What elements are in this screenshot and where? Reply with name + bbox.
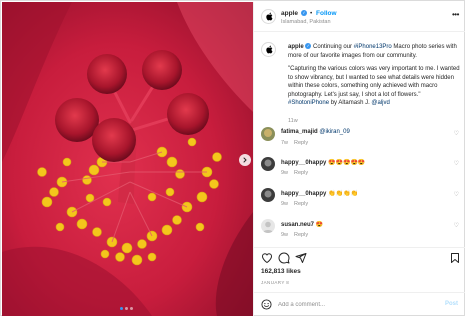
emoji-icon[interactable]: [261, 299, 272, 310]
hashtag-link[interactable]: #iPhone13Pro: [354, 44, 392, 50]
caption-text-part: Continuing our: [313, 44, 353, 50]
reply-button[interactable]: Reply: [294, 201, 308, 207]
add-comment-bar: Post: [254, 292, 465, 316]
heart-icon[interactable]: ♡: [454, 191, 459, 198]
comment-username[interactable]: susan.neu7: [281, 222, 314, 228]
caption-timestamp: 11w: [288, 118, 298, 124]
post-header: apple ✓ • Follow Islamabad, Pakistan •••: [254, 2, 465, 32]
caption-username[interactable]: apple: [288, 44, 304, 50]
comment-item: susan.neu7 😍 9w Reply ♡: [261, 219, 461, 245]
caption-text: apple ✓ Continuing our #iPhone13Pro Macr…: [288, 43, 463, 108]
header-username[interactable]: apple: [281, 10, 298, 17]
comment-meta: 7w Reply: [281, 140, 314, 146]
verified-badge-icon: ✓: [305, 43, 312, 50]
caption-credit: by Altamash J.: [330, 100, 370, 106]
avatar[interactable]: [261, 9, 276, 24]
comment-time: 9w: [281, 201, 289, 207]
comments-section[interactable]: apple ✓ Continuing our #iPhone13Pro Macr…: [254, 33, 465, 245]
comment-text: 😍: [315, 222, 324, 228]
pagination-dot: [120, 307, 123, 310]
post-details-panel: apple ✓ • Follow Islamabad, Pakistan •••…: [253, 2, 465, 316]
caption-quote: "Capturing the various colors was very i…: [288, 66, 460, 98]
pagination-dot: [130, 307, 133, 310]
avatar[interactable]: [261, 157, 275, 171]
comment-username[interactable]: happy__0happy: [281, 160, 326, 166]
comment-item: happy__0happy 👏👏👏👏 9w Reply ♡: [261, 188, 461, 214]
separator-dot: •: [310, 10, 313, 17]
action-bar: [254, 247, 465, 265]
comment-input[interactable]: [278, 299, 428, 311]
post-modal: apple ✓ • Follow Islamabad, Pakistan •••…: [0, 0, 465, 316]
location-link[interactable]: Islamabad, Pakistan: [281, 19, 331, 25]
reply-button[interactable]: Reply: [294, 170, 308, 176]
share-icon[interactable]: [295, 252, 307, 264]
comment-icon[interactable]: [278, 252, 290, 264]
comment-text: 😍😍😍😍😍: [328, 160, 366, 166]
avatar[interactable]: [261, 127, 275, 141]
heart-icon[interactable]: ♡: [454, 130, 459, 137]
comment-meta: 9w Reply: [281, 170, 314, 176]
pagination-dot: [125, 307, 128, 310]
avatar[interactable]: [261, 42, 276, 57]
post-image[interactable]: [2, 2, 253, 316]
comment-text[interactable]: @ikiran_09: [319, 129, 349, 135]
avatar[interactable]: [261, 219, 275, 233]
heart-icon[interactable]: ♡: [454, 160, 459, 167]
comment-username-row: happy__0happy 😍😍😍😍😍: [281, 159, 365, 166]
apple-logo-icon: [265, 45, 272, 54]
comment-item: fatima_majid @ikiran_09 7w Reply ♡: [261, 127, 461, 153]
comment-item: happy__0happy 😍😍😍😍😍 9w Reply ♡: [261, 157, 461, 183]
comment-time: 9w: [281, 232, 289, 238]
comment-time: 9w: [281, 170, 289, 176]
mention-link[interactable]: @aljvd: [371, 100, 389, 106]
comment-meta: 9w Reply: [281, 232, 314, 238]
reply-button[interactable]: Reply: [294, 140, 308, 146]
verified-badge-icon: ✓: [301, 10, 307, 16]
chevron-right-icon: [243, 157, 247, 163]
comment-username[interactable]: fatima_majid: [281, 129, 318, 135]
likes-count[interactable]: 162,813 likes: [261, 268, 301, 275]
more-options-icon[interactable]: •••: [452, 10, 459, 19]
next-image-button[interactable]: [239, 154, 251, 166]
comment-time: 7w: [281, 140, 289, 146]
heart-icon[interactable]: ♡: [454, 222, 459, 229]
comment-username-row: happy__0happy 👏👏👏👏: [281, 190, 358, 197]
hashtag-link[interactable]: #ShotoniPhone: [288, 100, 329, 106]
comment-meta: 9w Reply: [281, 201, 314, 207]
post-date: JANUARY 8: [261, 280, 290, 285]
heart-icon[interactable]: [261, 252, 273, 264]
avatar[interactable]: [261, 188, 275, 202]
comment-username-row: susan.neu7 😍: [281, 221, 323, 228]
apple-logo-icon: [265, 12, 272, 21]
bookmark-icon[interactable]: [449, 252, 461, 264]
post-comment-button[interactable]: Post: [445, 301, 458, 307]
image-pagination: [120, 307, 133, 310]
hibiscus-photo: [2, 2, 253, 316]
comment-text: 👏👏👏👏: [328, 191, 358, 197]
comment-username-row: fatima_majid @ikiran_09: [281, 129, 350, 135]
comment-username[interactable]: happy__0happy: [281, 191, 326, 197]
follow-button[interactable]: Follow: [316, 10, 337, 17]
reply-button[interactable]: Reply: [294, 232, 308, 238]
